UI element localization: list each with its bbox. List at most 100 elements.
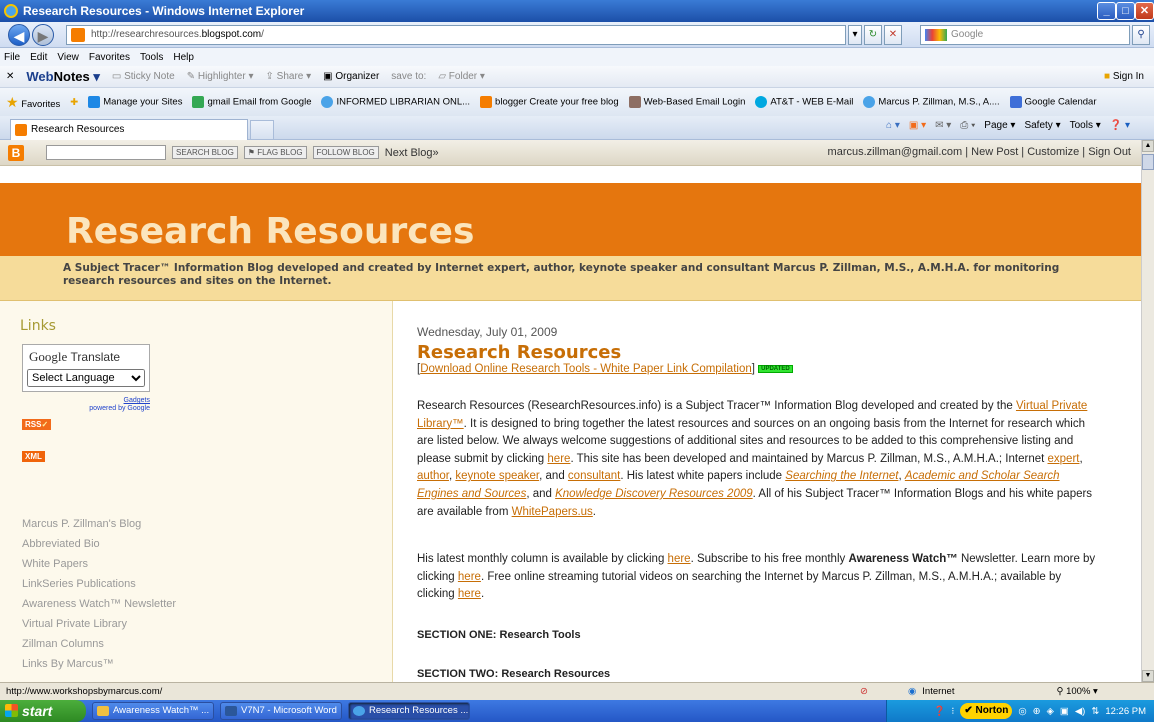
blog-search-input[interactable]	[46, 145, 166, 160]
stop-button[interactable]: ✕	[884, 25, 902, 45]
taskbar-item[interactable]: V7N7 - Microsoft Word	[220, 702, 342, 720]
learn-more-link[interactable]: here	[458, 571, 481, 583]
sidebar-link[interactable]: White Papers	[22, 554, 176, 574]
back-button[interactable]: ◀	[8, 24, 30, 46]
knowledge-discovery-link[interactable]: Knowledge Discovery Resources 2009	[555, 488, 753, 500]
customize-link[interactable]: Customize	[1027, 146, 1079, 158]
sticky-note-button[interactable]: ▭ Sticky Note	[112, 71, 175, 82]
feeds-icon[interactable]: ▣ ▾	[909, 120, 926, 131]
whitepapers-link[interactable]: WhitePapers.us	[512, 506, 593, 518]
searching-internet-link[interactable]: Searching the Internet	[785, 470, 898, 482]
keynote-speaker-link[interactable]: keynote speaker	[455, 470, 539, 482]
blog-title[interactable]: Research Resources	[66, 211, 474, 252]
close-window-button[interactable]: ✕	[1135, 2, 1154, 20]
favorite-link[interactable]: Marcus P. Zillman, M.S., A....	[863, 96, 1000, 108]
download-link[interactable]: Download Online Research Tools - White P…	[420, 363, 752, 375]
start-button[interactable]: start	[0, 700, 86, 722]
network-icon[interactable]: ⇅	[1091, 706, 1099, 717]
new-post-link[interactable]: New Post	[971, 146, 1018, 158]
close-toolbar-icon[interactable]: ✕	[6, 71, 14, 82]
sidebar-link[interactable]: Virtual Private Library	[22, 614, 176, 634]
consultant-link[interactable]: consultant	[568, 470, 620, 482]
favorite-link[interactable]: INFORMED LIBRARIAN ONL...	[321, 96, 470, 108]
scroll-thumb[interactable]	[1142, 154, 1154, 170]
tutorial-videos-link[interactable]: here	[458, 588, 481, 600]
taskbar-item[interactable]: Research Resources ...	[348, 702, 470, 720]
expert-link[interactable]: expert	[1048, 453, 1080, 465]
favorites-button[interactable]: ★ Favorites	[6, 94, 60, 111]
add-favorite-icon[interactable]: ✚	[70, 97, 78, 108]
search-input[interactable]: Google	[920, 25, 1130, 45]
home-icon[interactable]: ⌂ ▾	[886, 120, 900, 131]
sidebar-link[interactable]: Zillman Columns	[22, 634, 176, 654]
print-icon[interactable]: ⎙ ▾	[960, 120, 975, 131]
tray-app-icon[interactable]: ◈	[1047, 706, 1054, 717]
favorite-link[interactable]: blogger Create your free blog	[480, 96, 619, 108]
refresh-button[interactable]: ↻	[864, 25, 882, 45]
norton-icon[interactable]: ✔ Norton	[960, 703, 1013, 719]
tray-app-icon[interactable]: ▣	[1060, 706, 1069, 717]
favorite-link[interactable]: Web-Based Email Login	[628, 96, 745, 108]
favorite-link[interactable]: gmail Email from Google	[192, 96, 311, 108]
address-dropdown-button[interactable]: ▾	[848, 25, 862, 45]
help-tray-icon[interactable]: ❓	[933, 706, 945, 717]
post-title[interactable]: Research Resources	[417, 342, 621, 363]
tab-research-resources[interactable]: Research Resources	[10, 119, 248, 140]
favorite-link[interactable]: AT&T - WEB E-Mail	[755, 96, 853, 108]
mail-icon[interactable]: ✉ ▾	[935, 120, 951, 131]
safety-menu[interactable]: Safety ▾	[1024, 120, 1060, 131]
menu-file[interactable]: File	[4, 52, 20, 63]
follow-blog-button[interactable]: FOLLOW BLOG	[312, 146, 379, 159]
help-icon[interactable]: ❓ ▾	[1110, 120, 1130, 131]
flag-blog-button[interactable]: ⚑ FLAG BLOG	[243, 146, 307, 159]
tools-menu[interactable]: Tools ▾	[1070, 120, 1101, 131]
menu-edit[interactable]: Edit	[30, 52, 47, 63]
search-blog-button[interactable]: SEARCH BLOG	[172, 146, 238, 159]
share-button[interactable]: ⇪ Share ▾	[265, 71, 311, 82]
rss-badge-icon[interactable]: RSS✓	[22, 419, 52, 430]
highlighter-button[interactable]: ✎ Highlighter ▾	[187, 71, 254, 82]
sidebar-link[interactable]: Links By Marcus™	[22, 654, 176, 674]
favorite-link[interactable]: Manage your Sites	[88, 96, 182, 108]
favorite-link[interactable]: Google Calendar	[1009, 96, 1097, 108]
webnotes-brand[interactable]: WebNotes ▾	[26, 69, 99, 85]
zoom-control[interactable]: ⚲ 100% ▾	[1056, 686, 1097, 697]
sidebar-link[interactable]: LinkSeries Publications	[22, 574, 176, 594]
minimize-button[interactable]: _	[1097, 2, 1116, 20]
tray-app-icon[interactable]: ◎	[1018, 706, 1026, 717]
forward-button[interactable]: ▶	[32, 24, 54, 46]
menu-favorites[interactable]: Favorites	[89, 52, 130, 63]
new-tab-button[interactable]	[250, 120, 274, 140]
folder-button[interactable]: ▱ Folder ▾	[438, 71, 485, 82]
sidebar-link[interactable]: Marcus P. Zillman's Blog	[22, 514, 176, 534]
menu-help[interactable]: Help	[173, 52, 194, 63]
sidebar-link[interactable]: Awareness Watch™ Newsletter	[22, 594, 176, 614]
sign-in-button[interactable]: ■ Sign In	[1104, 71, 1144, 82]
language-select[interactable]: Select Language	[27, 369, 145, 387]
sidebar-link[interactable]: Abbreviated Bio	[22, 534, 176, 554]
organizer-button[interactable]: ▣ Organizer	[323, 71, 379, 82]
maximize-button[interactable]: □	[1116, 2, 1135, 20]
sign-out-link[interactable]: Sign Out	[1088, 146, 1131, 158]
clock[interactable]: 12:26 PM	[1105, 706, 1146, 717]
address-input[interactable]: http://researchresources.blogspot.com/	[66, 25, 846, 45]
scroll-up-icon[interactable]: ▲	[1142, 140, 1154, 152]
xml-badge-icon[interactable]: XML	[22, 451, 45, 462]
submit-here-link[interactable]: here	[547, 453, 570, 465]
gadgets-link[interactable]: Gadgets	[60, 397, 150, 405]
privacy-icon[interactable]: ⊘	[860, 686, 868, 697]
tray-toggle-icon[interactable]: ⁝	[951, 706, 954, 717]
next-blog-link[interactable]: Next Blog»	[385, 147, 439, 159]
author-link[interactable]: author	[417, 470, 449, 482]
scroll-down-icon[interactable]: ▼	[1142, 670, 1154, 682]
volume-icon[interactable]: ◀)	[1075, 706, 1085, 717]
monthly-column-link[interactable]: here	[668, 553, 691, 565]
taskbar-item[interactable]: Awareness Watch™ ...	[92, 702, 214, 720]
page-menu[interactable]: Page ▾	[984, 120, 1015, 131]
menu-tools[interactable]: Tools	[140, 52, 163, 63]
vertical-scrollbar[interactable]: ▲ ▼	[1141, 140, 1154, 682]
menu-view[interactable]: View	[57, 52, 79, 63]
tray-app-icon[interactable]: ⊕	[1033, 706, 1041, 717]
blogger-logo-icon[interactable]: B	[8, 144, 24, 161]
search-button[interactable]: ⚲	[1132, 25, 1150, 45]
